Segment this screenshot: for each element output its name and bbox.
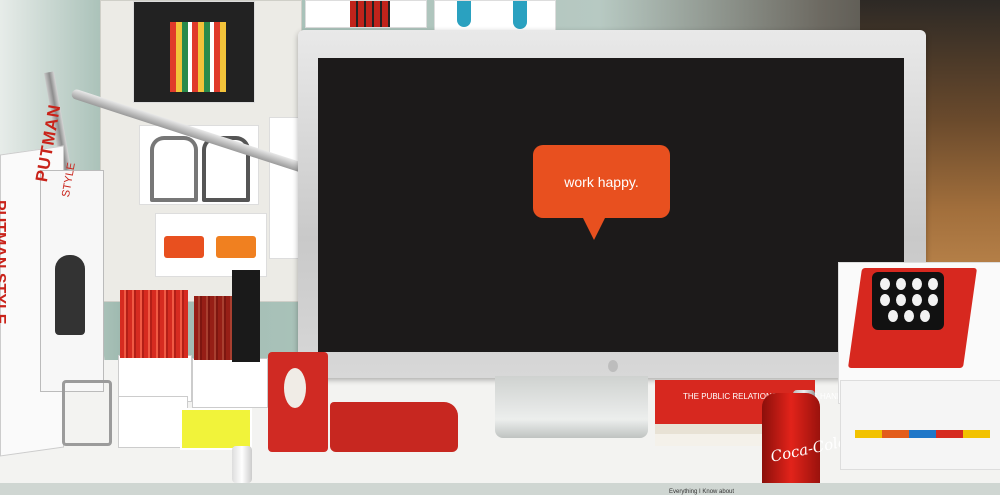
pushpin (912, 278, 922, 290)
pushpin (888, 310, 898, 322)
yellow-sticky-notes (180, 408, 252, 450)
pushpin (928, 294, 938, 306)
screen-message: work happy. (564, 173, 639, 190)
glue-bottle (232, 446, 252, 483)
lamp-image-2 (216, 236, 256, 258)
speech-bubble: work happy. (533, 145, 670, 218)
lower-tray (840, 380, 1000, 470)
coke-bottle (762, 393, 820, 483)
apple-logo-icon (608, 360, 618, 372)
speech-bubble-tail (582, 216, 606, 240)
pencil-cup-2 (192, 358, 268, 408)
binder-clip (62, 380, 112, 446)
vase-image-1 (457, 1, 471, 27)
vase-card (434, 0, 556, 32)
putman-spine-text: PUTMAN STYLE (0, 200, 8, 325)
mirror-image-1 (150, 136, 198, 202)
pushpin (920, 310, 930, 322)
black-pens (232, 270, 260, 362)
pushpin (912, 294, 922, 306)
lamp-image-1 (164, 236, 204, 258)
colored-folders (855, 430, 990, 438)
pushpin (880, 278, 890, 290)
book-photo-card (133, 1, 255, 103)
pushpin (896, 278, 906, 290)
vase-image-2 (513, 1, 527, 29)
tape-roll (284, 368, 306, 408)
pushpin (904, 310, 914, 322)
lamp-card (155, 213, 267, 277)
plaid-image (350, 1, 390, 27)
pushpin (896, 294, 906, 306)
red-pencils-1 (120, 290, 188, 358)
inspiration-board (100, 0, 305, 302)
plaid-card (305, 0, 427, 28)
pushpin (928, 278, 938, 290)
pencil-cup-1 (118, 355, 192, 402)
second-book-title: Everything I Know about (669, 489, 735, 495)
putman-book-cover (40, 170, 104, 392)
paper-clip-tray (118, 396, 188, 448)
pushpin (880, 294, 890, 306)
pushpin-block (872, 272, 944, 330)
bookshelf-image (170, 22, 226, 92)
monitor-stand (495, 376, 648, 438)
red-stapler (330, 402, 458, 452)
portrait-figure (55, 255, 85, 335)
